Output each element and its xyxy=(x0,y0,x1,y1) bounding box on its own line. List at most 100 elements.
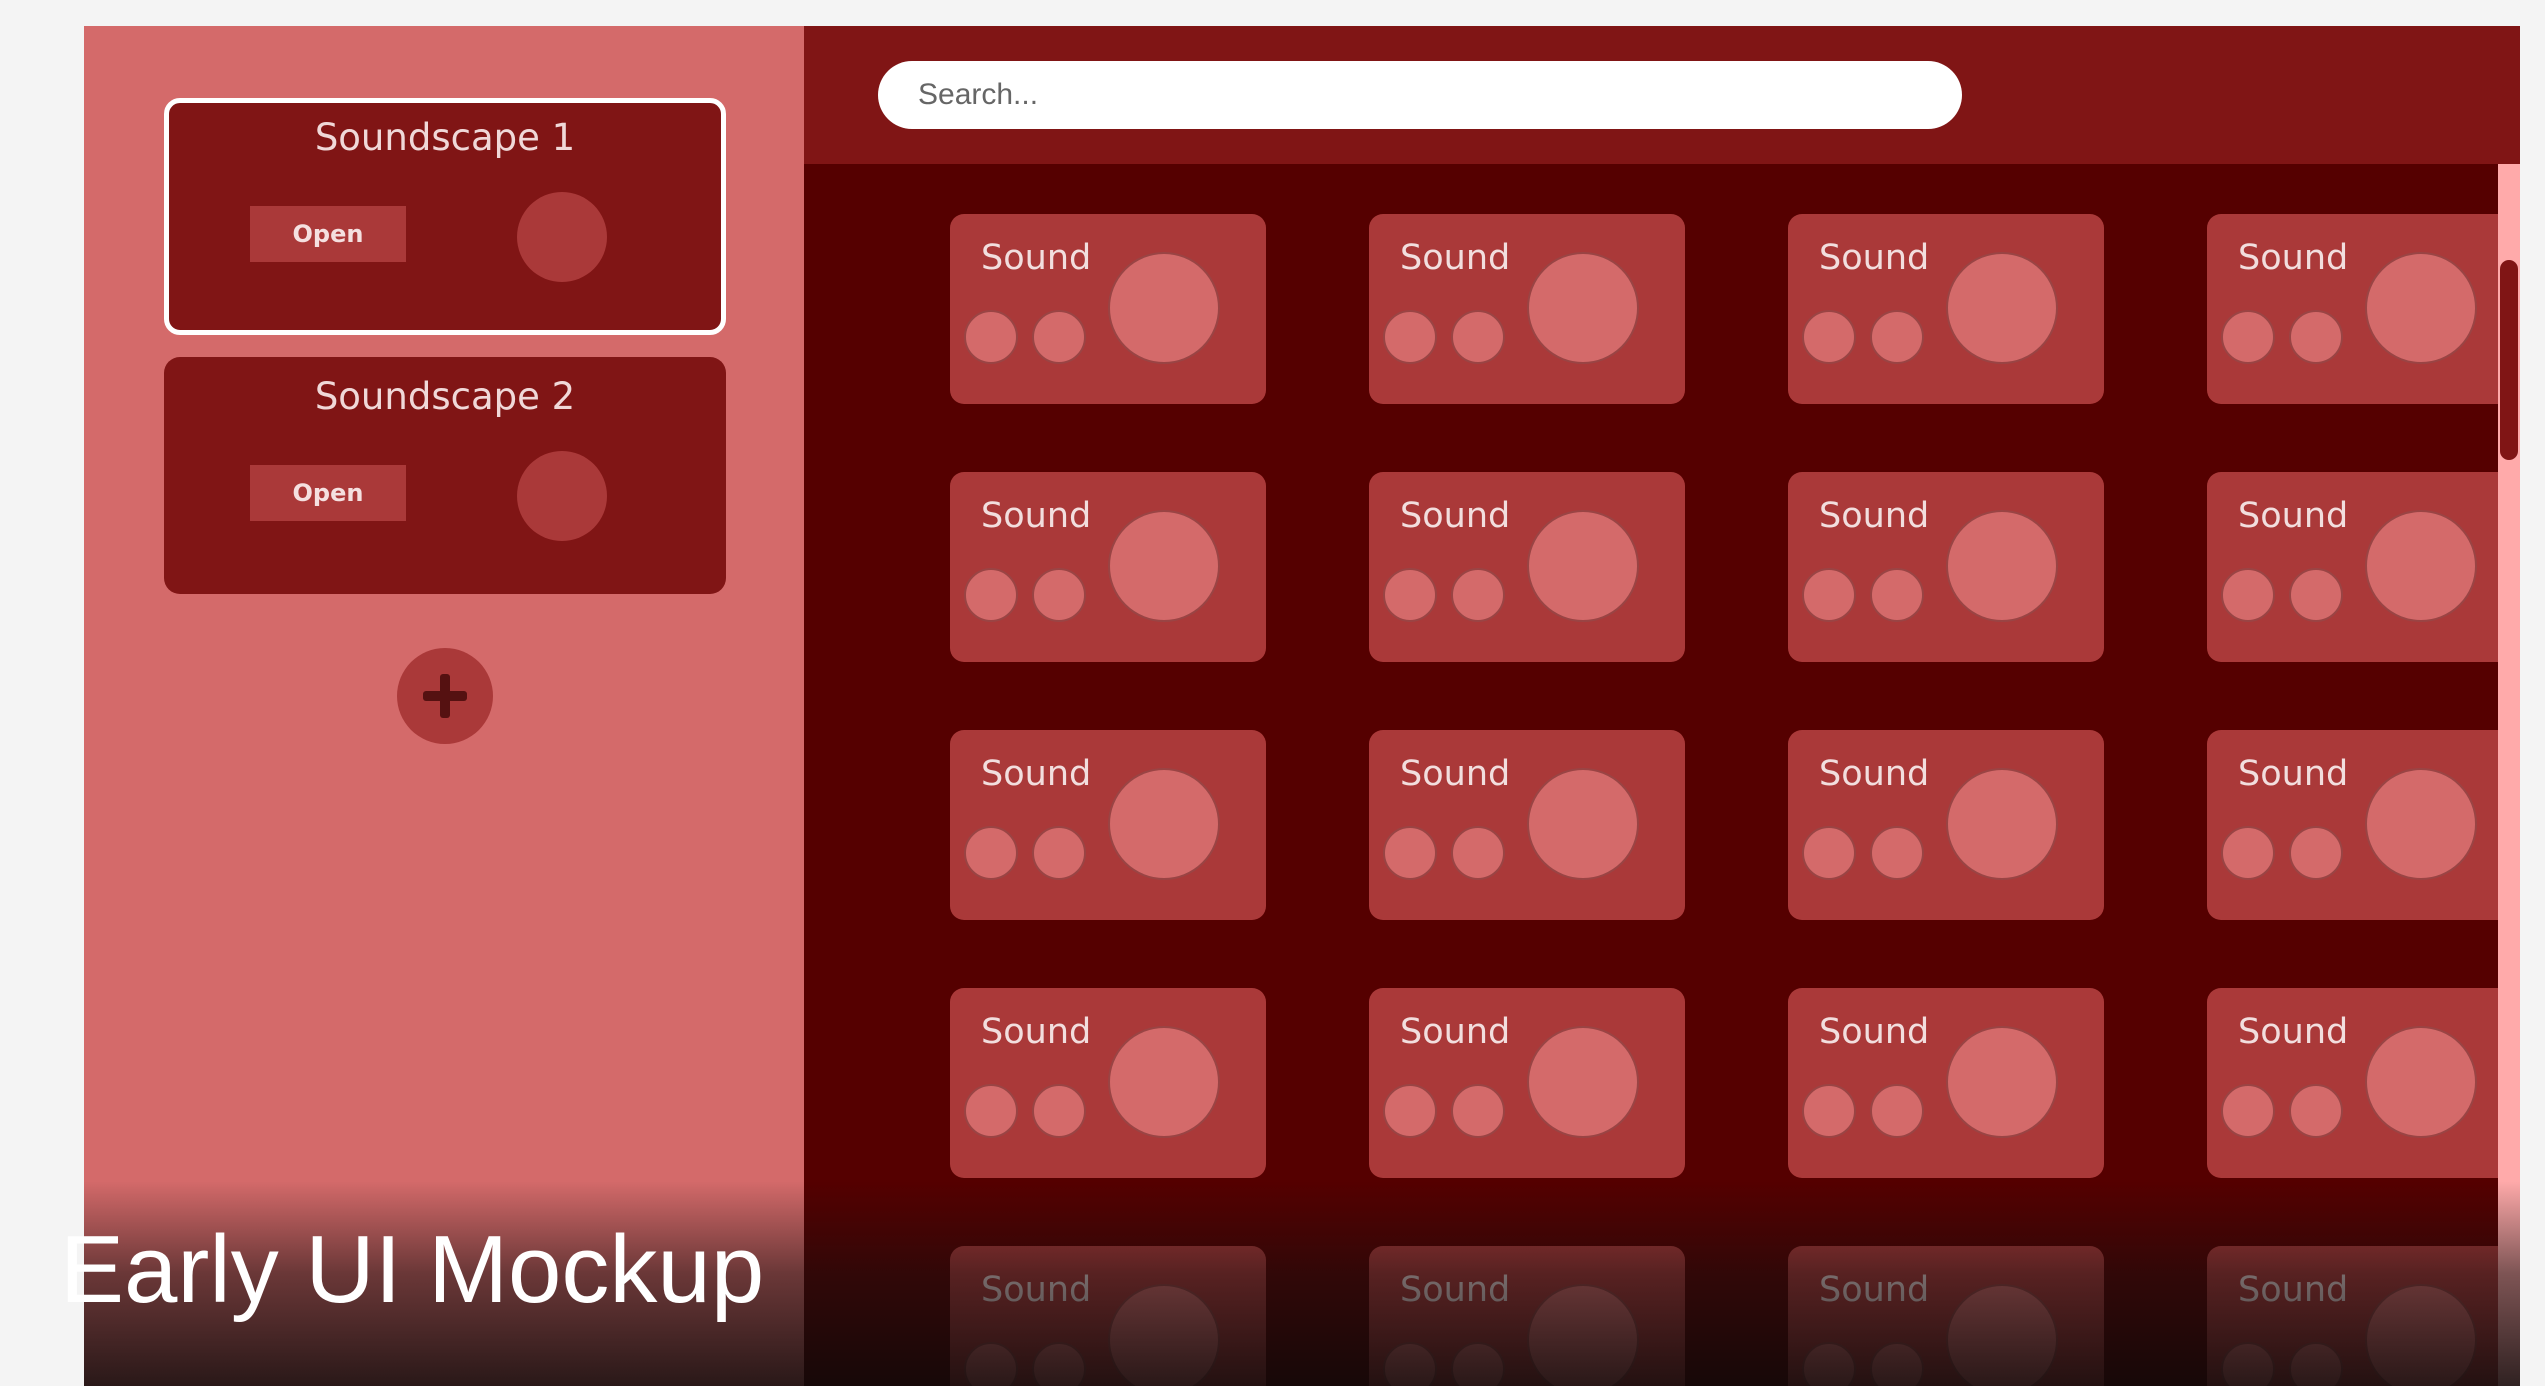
small-control-knob[interactable] xyxy=(1870,310,1924,364)
sound-tile-label: Sound xyxy=(981,754,1092,794)
volume-knob[interactable] xyxy=(1946,252,2058,364)
sound-tile[interactable]: Sound xyxy=(1788,988,2104,1178)
scrollbar-thumb[interactable] xyxy=(2500,260,2518,460)
small-control-knob[interactable] xyxy=(2221,568,2275,622)
small-control-knob[interactable] xyxy=(964,1342,1018,1386)
small-control-knob[interactable] xyxy=(1802,310,1856,364)
small-control-knob[interactable] xyxy=(1451,568,1505,622)
small-control-knob[interactable] xyxy=(1032,1342,1086,1386)
small-control-knob[interactable] xyxy=(1802,1084,1856,1138)
small-control-knob[interactable] xyxy=(1032,568,1086,622)
small-control-knob[interactable] xyxy=(2289,826,2343,880)
volume-knob[interactable] xyxy=(1108,1026,1220,1138)
volume-knob[interactable] xyxy=(1108,1284,1220,1386)
small-control-knob[interactable] xyxy=(1802,568,1856,622)
sound-tile[interactable]: Sound xyxy=(1369,1246,1685,1386)
small-control-knob[interactable] xyxy=(964,310,1018,364)
volume-knob[interactable] xyxy=(1527,510,1639,622)
sound-tile[interactable]: Sound xyxy=(950,730,1266,920)
small-control-knob[interactable] xyxy=(1032,310,1086,364)
small-control-knob[interactable] xyxy=(2289,310,2343,364)
sound-tile[interactable]: Sound xyxy=(2207,214,2520,404)
small-control-knob[interactable] xyxy=(1870,1342,1924,1386)
sound-library: Sound Sound Sound Sound Sound Sound Sound Sound… xyxy=(804,26,2520,1386)
sound-tile[interactable]: Sound xyxy=(950,1246,1266,1386)
sound-tile-label: Sound xyxy=(1819,238,1930,278)
volume-knob[interactable] xyxy=(1946,768,2058,880)
sound-tile[interactable]: Sound xyxy=(2207,472,2520,662)
small-control-knob[interactable] xyxy=(964,1084,1018,1138)
volume-knob[interactable] xyxy=(2365,1026,2477,1138)
small-control-knob[interactable] xyxy=(2221,1084,2275,1138)
sound-tile[interactable]: Sound xyxy=(1788,472,2104,662)
mockup-caption: Early UI Mockup xyxy=(60,1216,765,1323)
small-control-knob[interactable] xyxy=(1870,1084,1924,1138)
soundscape-title: Soundscape 1 xyxy=(314,116,576,159)
small-control-knob[interactable] xyxy=(1032,826,1086,880)
small-control-knob[interactable] xyxy=(1451,826,1505,880)
small-control-knob[interactable] xyxy=(2289,1084,2343,1138)
sound-tile[interactable]: Sound xyxy=(950,214,1266,404)
small-control-knob[interactable] xyxy=(2221,826,2275,880)
small-control-knob[interactable] xyxy=(2221,1342,2275,1386)
volume-knob[interactable] xyxy=(1946,510,2058,622)
volume-knob[interactable] xyxy=(1108,252,1220,364)
soundscape-card-2[interactable]: Soundscape 2 Open xyxy=(164,357,726,594)
small-control-knob[interactable] xyxy=(1451,1084,1505,1138)
soundscape-card-1[interactable]: Soundscape 1 Open xyxy=(164,98,726,335)
sound-tile[interactable]: Sound xyxy=(1788,214,2104,404)
volume-knob[interactable] xyxy=(2365,768,2477,880)
small-control-knob[interactable] xyxy=(1870,568,1924,622)
sound-tile[interactable]: Sound xyxy=(1788,730,2104,920)
open-soundscape-button[interactable]: Open xyxy=(250,206,406,262)
volume-knob[interactable] xyxy=(2365,510,2477,622)
small-control-knob[interactable] xyxy=(1870,826,1924,880)
sound-tile[interactable]: Sound xyxy=(2207,988,2520,1178)
sound-tile[interactable]: Sound xyxy=(1369,988,1685,1178)
volume-knob[interactable] xyxy=(1108,510,1220,622)
volume-knob[interactable] xyxy=(517,192,607,282)
small-control-knob[interactable] xyxy=(1451,310,1505,364)
sound-tile[interactable]: Sound xyxy=(950,472,1266,662)
sound-tile[interactable]: Sound xyxy=(950,988,1266,1178)
sound-tile-label: Sound xyxy=(2238,1012,2349,1052)
volume-knob[interactable] xyxy=(1108,768,1220,880)
small-control-knob[interactable] xyxy=(1032,1084,1086,1138)
small-control-knob[interactable] xyxy=(1451,1342,1505,1386)
small-control-knob[interactable] xyxy=(1383,1084,1437,1138)
app-window: Soundscape 1 Open Soundscape 2 Open Soun… xyxy=(84,26,2520,1386)
scrollbar[interactable] xyxy=(2498,164,2520,1386)
add-soundscape-button[interactable] xyxy=(397,648,493,744)
sound-tile-label: Sound xyxy=(981,496,1092,536)
search-input[interactable] xyxy=(878,61,1962,129)
sound-tile[interactable]: Sound xyxy=(1788,1246,2104,1386)
volume-knob[interactable] xyxy=(1527,768,1639,880)
small-control-knob[interactable] xyxy=(1802,826,1856,880)
small-control-knob[interactable] xyxy=(964,568,1018,622)
sound-tile-label: Sound xyxy=(981,1270,1092,1310)
small-control-knob[interactable] xyxy=(964,826,1018,880)
sound-tile[interactable]: Sound xyxy=(2207,1246,2520,1386)
small-control-knob[interactable] xyxy=(1383,1342,1437,1386)
volume-knob[interactable] xyxy=(517,451,607,541)
sound-tile[interactable]: Sound xyxy=(1369,214,1685,404)
sound-tile-label: Sound xyxy=(2238,754,2349,794)
small-control-knob[interactable] xyxy=(1802,1342,1856,1386)
volume-knob[interactable] xyxy=(1527,252,1639,364)
small-control-knob[interactable] xyxy=(2289,568,2343,622)
volume-knob[interactable] xyxy=(1527,1284,1639,1386)
sound-tile[interactable]: Sound xyxy=(2207,730,2520,920)
small-control-knob[interactable] xyxy=(2289,1342,2343,1386)
small-control-knob[interactable] xyxy=(1383,568,1437,622)
volume-knob[interactable] xyxy=(2365,1284,2477,1386)
volume-knob[interactable] xyxy=(1946,1284,2058,1386)
volume-knob[interactable] xyxy=(2365,252,2477,364)
open-soundscape-button[interactable]: Open xyxy=(250,465,406,521)
small-control-knob[interactable] xyxy=(1383,310,1437,364)
sound-tile[interactable]: Sound xyxy=(1369,730,1685,920)
small-control-knob[interactable] xyxy=(2221,310,2275,364)
sound-tile[interactable]: Sound xyxy=(1369,472,1685,662)
small-control-knob[interactable] xyxy=(1383,826,1437,880)
volume-knob[interactable] xyxy=(1527,1026,1639,1138)
volume-knob[interactable] xyxy=(1946,1026,2058,1138)
